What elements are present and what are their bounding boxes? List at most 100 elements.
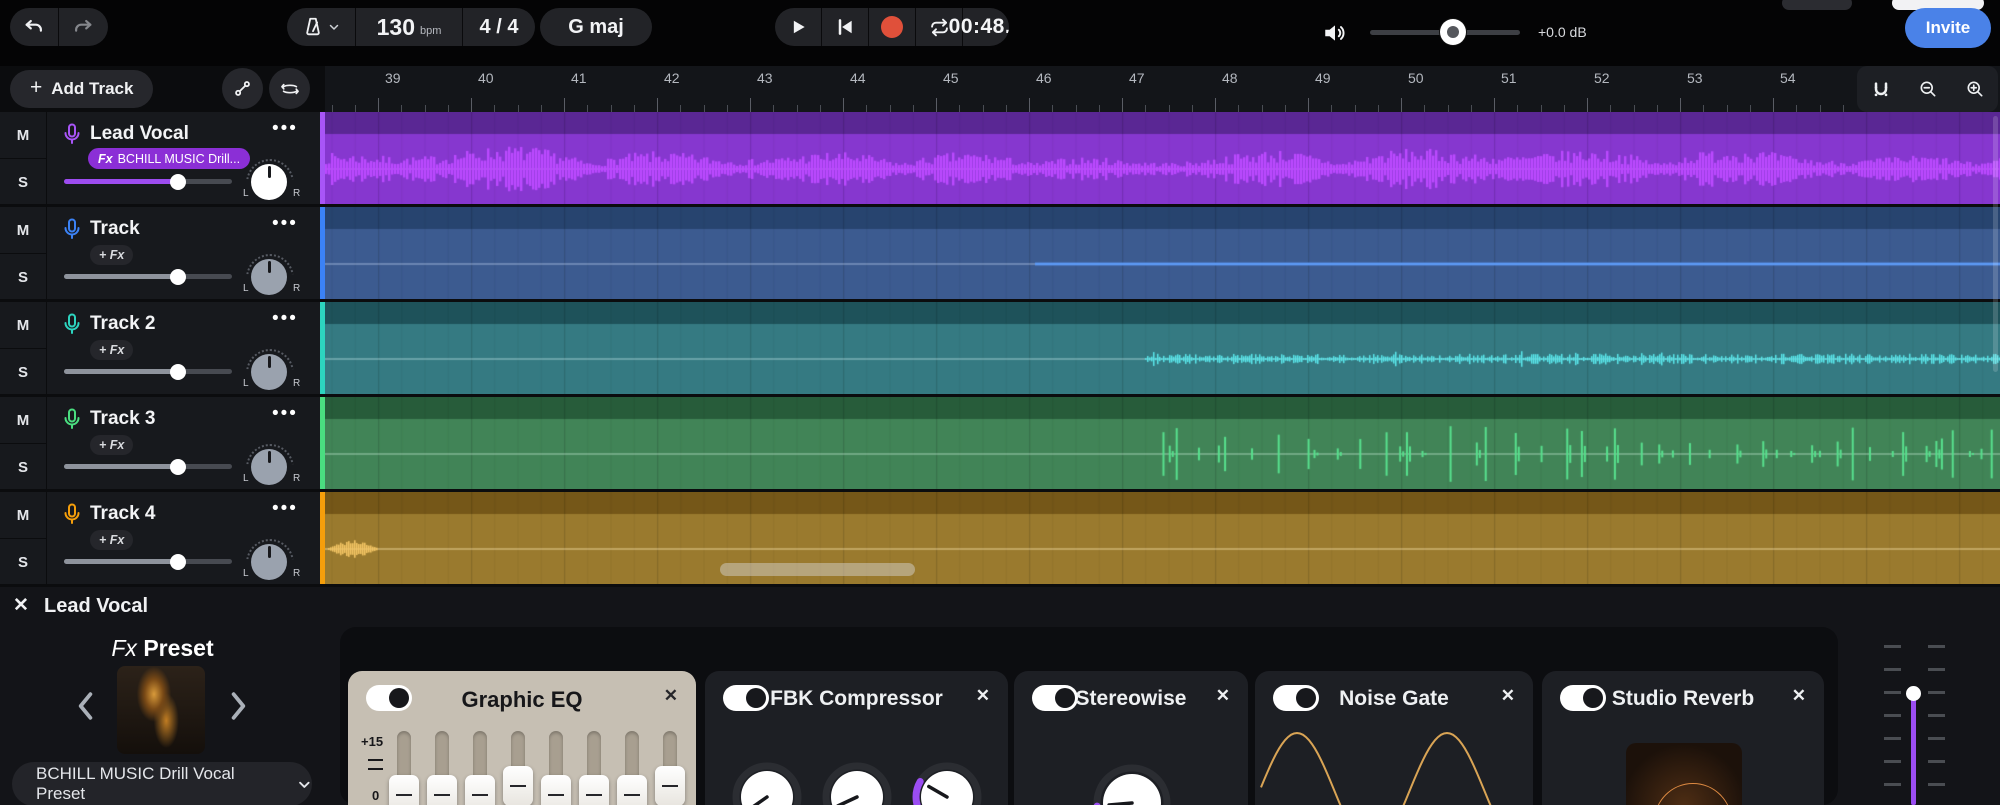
key-selector[interactable]: G maj [540,8,652,46]
eq-band-slider[interactable] [503,727,533,805]
release-knob[interactable] [819,759,895,805]
slider-handle[interactable] [170,554,186,570]
master-volume-slider[interactable] [1370,30,1520,35]
solo-button[interactable]: S [0,349,46,395]
zoom-in-button[interactable] [1951,66,1998,112]
slider-handle[interactable] [170,459,186,475]
automation-button[interactable] [222,68,263,109]
fader-tick [1928,645,1945,648]
skip-to-start-button[interactable] [822,8,868,46]
record-button[interactable] [869,8,915,46]
slider-handle[interactable] [170,364,186,380]
track-menu-button[interactable]: ••• [272,403,298,425]
top-right-dark-pill[interactable] [1782,0,1852,10]
track-volume-slider[interactable] [64,179,232,184]
time-stretch-button[interactable] [269,68,310,109]
solo-button[interactable]: S [0,539,46,585]
snap-button[interactable] [1857,66,1904,112]
solo-button[interactable]: S [0,159,46,205]
preset-next-button[interactable] [230,692,248,720]
close-icon[interactable]: ✕ [664,686,678,706]
eq-band-slider[interactable] [579,727,609,805]
eq-slider-handle[interactable] [503,766,533,805]
track-volume-slider[interactable] [64,274,232,279]
eq-band-slider[interactable] [617,727,647,805]
vertical-scrollbar[interactable] [1993,116,1998,372]
master-volume-knob[interactable] [1440,19,1466,45]
mute-button[interactable]: M [0,207,46,254]
slider-handle[interactable] [170,174,186,190]
slider-handle[interactable] [170,269,186,285]
preset-prev-button[interactable] [76,692,94,720]
track-name[interactable]: Track 3 [90,408,156,430]
track-volume-slider[interactable] [64,369,232,374]
attack-knob[interactable] [729,759,805,805]
time-signature[interactable]: 4 / 4 [463,8,535,46]
close-icon[interactable]: ✕ [13,594,29,617]
eq-band-slider[interactable] [427,727,457,805]
track-name[interactable]: Track 2 [90,313,156,335]
eq-band-slider[interactable] [465,727,495,805]
add-track-button[interactable]: + Add Track [10,70,153,108]
pan-knob[interactable] [251,449,287,485]
add-fx-chip[interactable]: + Fx [90,245,133,265]
track-volume-slider[interactable] [64,559,232,564]
close-icon[interactable]: ✕ [976,686,990,706]
channel-fader-handle[interactable] [1906,686,1921,701]
track-region[interactable] [325,302,2000,394]
pan-knob[interactable] [251,544,287,580]
close-icon[interactable]: ✕ [1792,686,1806,706]
track-region[interactable] [325,112,2000,204]
close-icon[interactable]: ✕ [1501,686,1515,706]
pan-knob[interactable] [251,354,287,390]
track-name[interactable]: Track 4 [90,503,156,525]
fx-preset-chip[interactable]: Fx BCHILL MUSIC Drill... [88,148,250,169]
invite-button[interactable]: Invite [1905,8,1991,48]
solo-button[interactable]: S [0,254,46,300]
redo-button[interactable] [59,8,107,46]
eq-slider-handle[interactable] [579,775,609,805]
mute-button[interactable]: M [0,397,46,444]
zoom-out-button[interactable] [1904,66,1951,112]
preset-dropdown[interactable]: BCHILL MUSIC Drill Vocal Preset [12,762,312,805]
close-icon[interactable]: ✕ [1216,686,1230,706]
eq-band-slider[interactable] [389,727,419,805]
eq-slider-handle[interactable] [617,775,647,805]
undo-button[interactable] [10,8,58,46]
preset-thumbnail[interactable] [117,666,205,754]
spread-knob[interactable] [1090,761,1174,805]
horizontal-scrollbar[interactable] [720,563,915,576]
eq-slider-handle[interactable] [389,775,419,805]
pan-knob[interactable] [251,259,287,295]
eq-slider-handle[interactable] [655,766,685,805]
speaker-icon[interactable] [1322,20,1348,46]
mute-button[interactable]: M [0,112,46,159]
eq-band-slider[interactable] [655,727,685,805]
track-menu-button[interactable]: ••• [272,308,298,330]
eq-slider-handle[interactable] [427,775,457,805]
track-volume-slider[interactable] [64,464,232,469]
add-fx-chip[interactable]: + Fx [90,340,133,360]
add-fx-chip[interactable]: + Fx [90,435,133,455]
add-fx-chip[interactable]: + Fx [90,530,133,550]
track-region[interactable] [325,207,2000,299]
track-menu-button[interactable]: ••• [272,498,298,520]
mute-button[interactable]: M [0,492,46,539]
track-menu-button[interactable]: ••• [272,118,298,140]
track-name[interactable]: Track [90,218,140,240]
mute-button[interactable]: M [0,302,46,349]
track-region[interactable] [325,492,2000,584]
eq-band-slider[interactable] [541,727,571,805]
eq-slider-handle[interactable] [541,775,571,805]
track-region[interactable] [325,397,2000,489]
solo-button[interactable]: S [0,444,46,490]
ruler[interactable]: 39404142434445464748495051525354 [325,66,2000,112]
track-menu-button[interactable]: ••• [272,213,298,235]
eq-slider-handle[interactable] [465,775,495,805]
bpm-display[interactable]: 130 bpm [356,8,462,46]
pan-knob[interactable] [251,164,287,200]
threshold-knob[interactable] [909,759,985,805]
track-name[interactable]: Lead Vocal [90,123,189,145]
metronome-button[interactable] [287,8,355,46]
play-button[interactable] [775,8,821,46]
